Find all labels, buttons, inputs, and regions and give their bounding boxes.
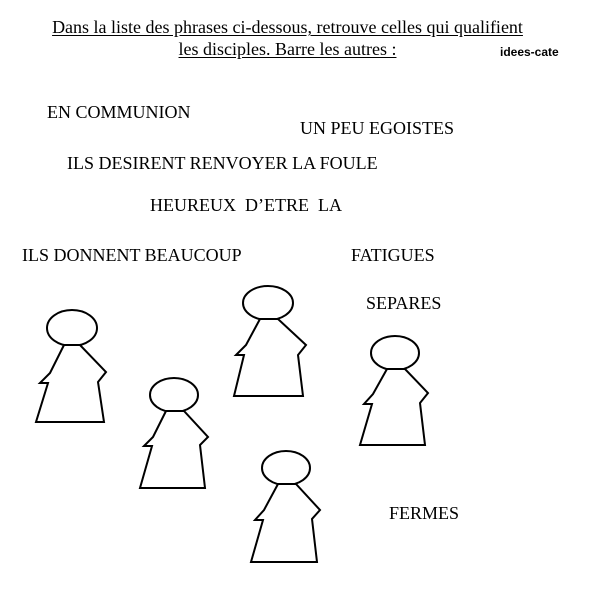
- disciple-figure-3: [232, 285, 308, 397]
- disciple-figure-4: [358, 335, 430, 446]
- disciple-figure-2: [138, 377, 210, 489]
- disciple-figure-1: [34, 309, 108, 423]
- disciple-figures: [34, 285, 430, 563]
- disciple-figure-5: [249, 450, 322, 563]
